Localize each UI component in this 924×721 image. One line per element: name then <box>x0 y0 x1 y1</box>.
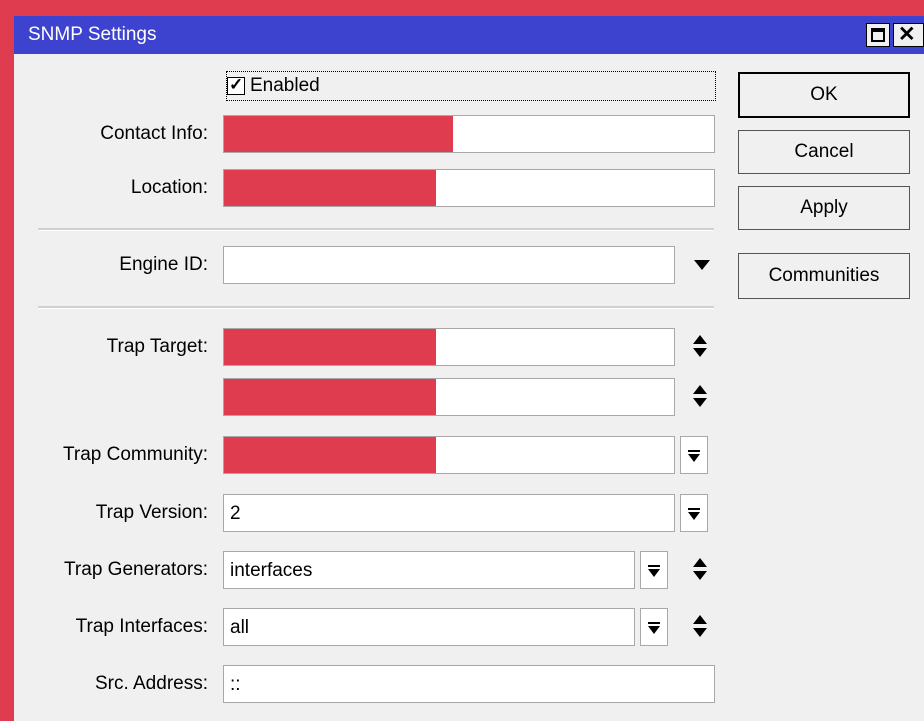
trap-community-label: Trap Community: <box>63 444 208 465</box>
ok-button[interactable]: OK <box>738 72 910 118</box>
dropdown-icon <box>688 450 700 452</box>
separator <box>38 306 714 309</box>
trap-target-input-2[interactable] <box>223 378 675 416</box>
trap-version-dropdown-button[interactable] <box>680 494 708 532</box>
trap-target-2-updown-icon[interactable] <box>690 384 710 410</box>
check-icon: ✓ <box>229 75 244 94</box>
location-input[interactable] <box>223 169 715 207</box>
trap-target-1-updown-icon[interactable] <box>690 334 710 360</box>
trap-interfaces-updown-icon[interactable] <box>690 614 710 640</box>
cancel-button[interactable]: Cancel <box>738 130 910 174</box>
trap-interfaces-input[interactable]: all <box>223 608 635 646</box>
dropdown-icon <box>648 565 660 567</box>
src-address-input[interactable]: :: <box>223 665 715 703</box>
contact-info-input[interactable] <box>223 115 715 153</box>
redaction-block <box>224 170 436 206</box>
engine-id-dropdown-icon[interactable] <box>694 260 710 270</box>
redaction-block <box>224 379 436 415</box>
trap-generators-label: Trap Generators: <box>64 559 208 580</box>
location-label: Location: <box>130 177 208 198</box>
maximize-button[interactable] <box>866 23 890 47</box>
trap-generators-input[interactable]: interfaces <box>223 551 635 589</box>
trap-version-input[interactable]: 2 <box>223 494 675 532</box>
trap-community-input[interactable] <box>223 436 675 474</box>
dropdown-icon <box>648 622 660 624</box>
communities-button[interactable]: Communities <box>738 253 910 299</box>
enabled-checkbox[interactable]: ✓ <box>227 75 245 95</box>
trap-generators-dropdown-button[interactable] <box>640 551 668 589</box>
close-icon: ✕ <box>898 23 916 46</box>
window-title: SNMP Settings <box>28 24 157 45</box>
src-address-label: Src. Address: <box>95 673 208 694</box>
redaction-block <box>224 116 453 152</box>
redaction-block <box>224 329 436 365</box>
dropdown-icon <box>688 508 700 510</box>
trap-interfaces-label: Trap Interfaces: <box>75 616 208 637</box>
trap-interfaces-dropdown-button[interactable] <box>640 608 668 646</box>
engine-id-input[interactable] <box>223 246 675 284</box>
trap-community-dropdown-button[interactable] <box>680 436 708 474</box>
redaction-block <box>224 437 436 473</box>
separator <box>38 228 714 231</box>
trap-target-label: Trap Target: <box>106 336 208 357</box>
enabled-label[interactable]: Enabled <box>250 67 320 105</box>
snmp-settings-window: SNMP Settings ✕ ✓ Enabled Contact Info: … <box>14 16 924 721</box>
trap-generators-updown-icon[interactable] <box>690 557 710 583</box>
maximize-icon <box>871 28 885 42</box>
contact-info-label: Contact Info: <box>100 123 208 144</box>
title-bar[interactable]: SNMP Settings ✕ <box>14 16 924 54</box>
trap-target-input-1[interactable] <box>223 328 675 366</box>
apply-button[interactable]: Apply <box>738 186 910 230</box>
close-button[interactable]: ✕ <box>893 23 924 47</box>
trap-version-label: Trap Version: <box>95 502 208 523</box>
engine-id-label: Engine ID: <box>119 254 208 275</box>
